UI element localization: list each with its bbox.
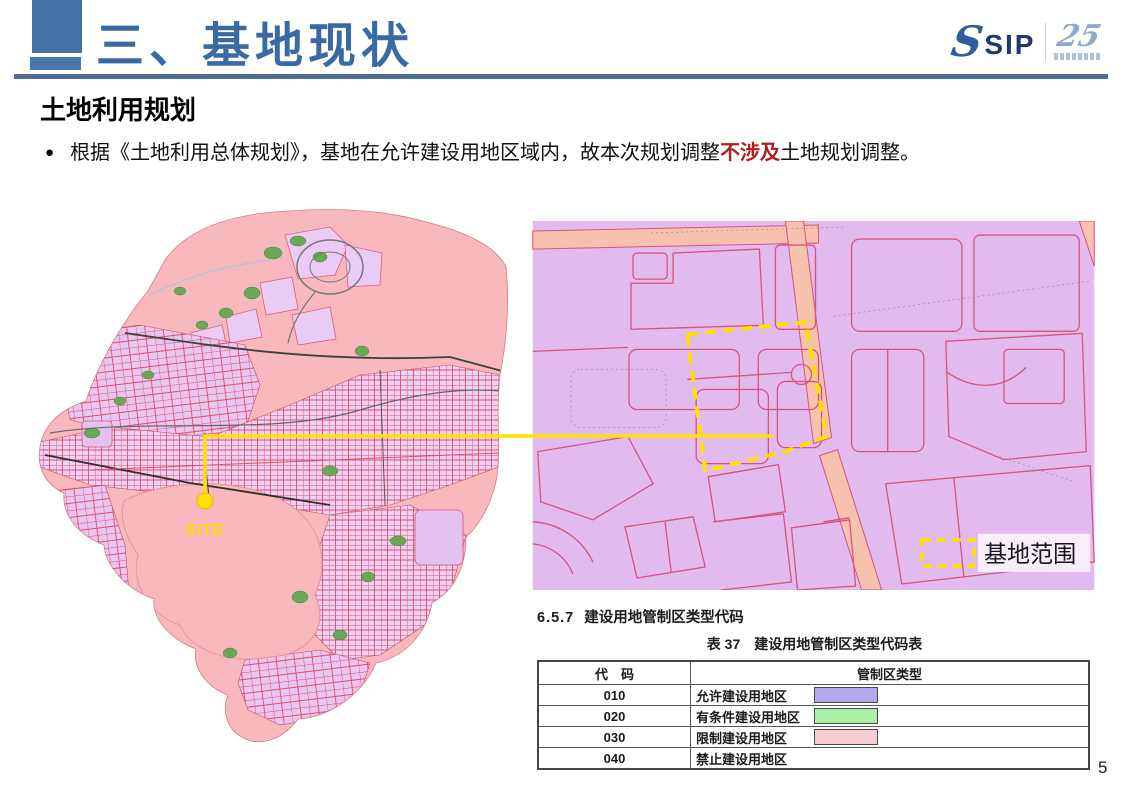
doc-section-heading: 6.5.7 建设用地管制区类型代码	[537, 606, 1092, 627]
legend-label: 基地范围	[984, 541, 1076, 567]
landmass	[30, 205, 512, 750]
land-use-detail-map: 基地范围	[532, 221, 1095, 590]
bullet-marker: ●	[45, 140, 54, 166]
zone-color-swatch	[814, 729, 878, 745]
section-heading: 土地利用规划	[40, 90, 196, 127]
header-accent-square	[32, 0, 82, 53]
table-row: 010 允许建设用地区	[538, 685, 1089, 706]
anniversary-number: 25	[1054, 23, 1103, 51]
sip-logo: S SIP 25	[952, 18, 1102, 66]
bullet-text: 根据《土地利用总体规划》，基地在允许建设用地区域内，故本次规划调整不涉及土地规划…	[70, 140, 920, 166]
doc-section-title: 建设用地管制区类型代码	[584, 610, 744, 626]
anniversary-mark: 25	[1054, 23, 1102, 60]
table-row: 040 禁止建设用地区	[538, 748, 1089, 770]
page-title: 三、基地现状	[96, 6, 414, 76]
header-accent-bar	[30, 57, 81, 70]
sip-logo-text: SIP	[984, 30, 1035, 60]
col-header-code: 代 码	[538, 661, 691, 685]
purple-patch	[415, 510, 463, 565]
col-header-type: 管制区类型	[691, 661, 1090, 685]
table-header-row: 代 码 管制区类型	[538, 661, 1089, 685]
bullet-text-highlight: 不涉及	[720, 142, 780, 164]
urban-grid-south-cluster	[238, 650, 370, 725]
code-value: 040	[538, 748, 691, 770]
zone-label: 禁止建设用地区	[696, 749, 814, 768]
sip-s-icon: S	[948, 22, 985, 62]
page-number: 5	[1098, 758, 1107, 778]
doc-section-number: 6.5.7	[537, 610, 574, 626]
logo-divider	[1045, 23, 1046, 61]
zone-label: 允许建设用地区	[696, 686, 814, 705]
zone-label: 限制建设用地区	[696, 728, 814, 747]
zone-color-swatch	[814, 708, 878, 724]
table-row: 020 有条件建设用地区	[538, 706, 1089, 727]
table-caption: 表 37 建设用地管制区类型代码表	[537, 634, 1092, 654]
code-value: 030	[538, 727, 691, 748]
bullet-row: ● 根据《土地利用总体规划》，基地在允许建设用地区域内，故本次规划调整不涉及土地…	[45, 140, 1085, 166]
code-value: 020	[538, 706, 691, 727]
zone-color-swatch	[814, 687, 878, 703]
land-use-overview-map	[30, 205, 512, 750]
zone-label: 有条件建设用地区	[696, 707, 814, 726]
table-row: 030 限制建设用地区	[538, 727, 1089, 748]
control-zone-code-section: 6.5.7 建设用地管制区类型代码 表 37 建设用地管制区类型代码表 代 码 管…	[537, 606, 1092, 770]
code-value: 010	[538, 685, 691, 706]
bullet-text-post: 土地规划调整。	[780, 142, 920, 164]
control-zone-code-table: 代 码 管制区类型 010 允许建设用地区 020 有条件建设用地区 030 限…	[537, 660, 1090, 770]
header-rule	[14, 74, 1108, 79]
central-pink-area	[122, 484, 322, 660]
bullet-text-pre: 根据《土地利用总体规划》，基地在允许建设用地区域内，故本次规划调整	[70, 142, 720, 164]
